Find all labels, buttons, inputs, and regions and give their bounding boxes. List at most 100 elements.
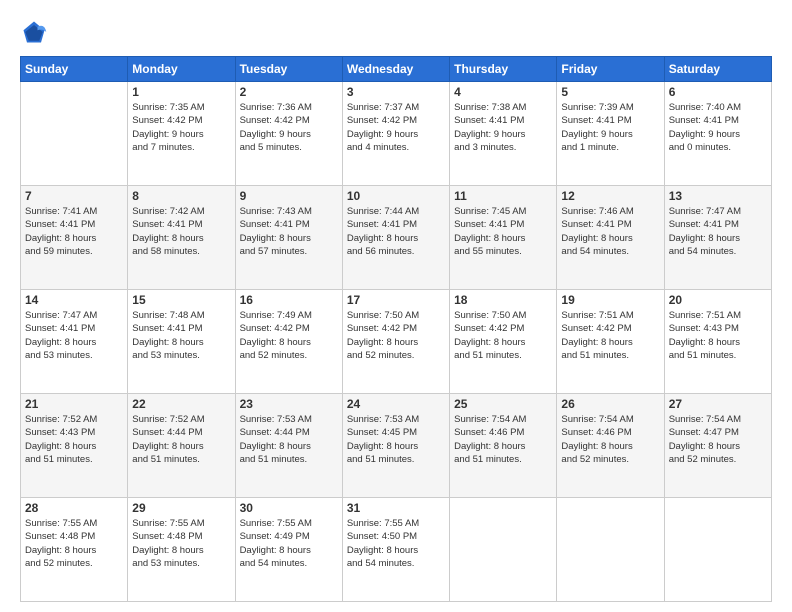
week-row-1: 1 Sunrise: 7:35 AM Sunset: 4:42 PM Daylig…	[21, 82, 772, 186]
day-cell: 30 Sunrise: 7:55 AM Sunset: 4:49 PM Dayli…	[235, 498, 342, 602]
day-cell: 27 Sunrise: 7:54 AM Sunset: 4:47 PM Dayli…	[664, 394, 771, 498]
day-info: Sunrise: 7:53 AM Sunset: 4:44 PM Dayligh…	[240, 413, 338, 466]
week-row-2: 7 Sunrise: 7:41 AM Sunset: 4:41 PM Daylig…	[21, 186, 772, 290]
logo-icon	[20, 18, 48, 46]
day-number: 14	[25, 293, 123, 307]
day-info: Sunrise: 7:46 AM Sunset: 4:41 PM Dayligh…	[561, 205, 659, 258]
weekday-header-row: SundayMondayTuesdayWednesdayThursdayFrid…	[21, 57, 772, 82]
day-cell: 22Sunrise: 7:52 AM Sunset: 4:44 PM Dayli…	[128, 394, 235, 498]
logo	[20, 18, 52, 46]
day-info: Sunrise: 7:37 AM Sunset: 4:42 PM Dayligh…	[347, 101, 445, 154]
day-info: Sunrise: 7:54 AM Sunset: 4:47 PM Dayligh…	[669, 413, 767, 466]
day-info: Sunrise: 7:44 AM Sunset: 4:41 PM Dayligh…	[347, 205, 445, 258]
day-number: 5	[561, 85, 659, 99]
day-cell: 23 Sunrise: 7:53 AM Sunset: 4:44 PM Dayli…	[235, 394, 342, 498]
weekday-header-friday: Friday	[557, 57, 664, 82]
weekday-header-monday: Monday	[128, 57, 235, 82]
day-cell: 10 Sunrise: 7:44 AM Sunset: 4:41 PM Dayli…	[342, 186, 449, 290]
day-cell: 13 Sunrise: 7:47 AM Sunset: 4:41 PM Dayli…	[664, 186, 771, 290]
day-number: 18	[454, 293, 552, 307]
day-info: Sunrise: 7:43 AM Sunset: 4:41 PM Dayligh…	[240, 205, 338, 258]
day-cell: 29 Sunrise: 7:55 AM Sunset: 4:48 PM Dayli…	[128, 498, 235, 602]
day-cell	[450, 498, 557, 602]
day-info: Sunrise: 7:50 AM Sunset: 4:42 PM Dayligh…	[454, 309, 552, 362]
day-number: 9	[240, 189, 338, 203]
day-info: Sunrise: 7:47 AM Sunset: 4:41 PM Dayligh…	[25, 309, 123, 362]
day-cell	[557, 498, 664, 602]
day-cell: 21 Sunrise: 7:52 AM Sunset: 4:43 PM Dayli…	[21, 394, 128, 498]
day-number: 30	[240, 501, 338, 515]
day-number: 11	[454, 189, 552, 203]
day-cell: 5 Sunrise: 7:39 AM Sunset: 4:41 PM Daylig…	[557, 82, 664, 186]
day-info: Sunrise: 7:35 AM Sunset: 4:42 PM Dayligh…	[132, 101, 230, 154]
weekday-header-sunday: Sunday	[21, 57, 128, 82]
day-cell: 14 Sunrise: 7:47 AM Sunset: 4:41 PM Dayli…	[21, 290, 128, 394]
day-info: Sunrise: 7:36 AM Sunset: 4:42 PM Dayligh…	[240, 101, 338, 154]
day-number: 3	[347, 85, 445, 99]
day-cell: 3 Sunrise: 7:37 AM Sunset: 4:42 PM Daylig…	[342, 82, 449, 186]
day-cell: 9 Sunrise: 7:43 AM Sunset: 4:41 PM Daylig…	[235, 186, 342, 290]
day-info: Sunrise: 7:50 AM Sunset: 4:42 PM Dayligh…	[347, 309, 445, 362]
day-cell: 7 Sunrise: 7:41 AM Sunset: 4:41 PM Daylig…	[21, 186, 128, 290]
day-number: 24	[347, 397, 445, 411]
day-info: Sunrise: 7:54 AM Sunset: 4:46 PM Dayligh…	[561, 413, 659, 466]
header	[20, 18, 772, 46]
day-cell: 17 Sunrise: 7:50 AM Sunset: 4:42 PM Dayli…	[342, 290, 449, 394]
day-cell: 8 Sunrise: 7:42 AM Sunset: 4:41 PM Daylig…	[128, 186, 235, 290]
day-number: 21	[25, 397, 123, 411]
day-cell	[21, 82, 128, 186]
day-number: 16	[240, 293, 338, 307]
day-info: Sunrise: 7:47 AM Sunset: 4:41 PM Dayligh…	[669, 205, 767, 258]
day-number: 12	[561, 189, 659, 203]
day-cell: 11 Sunrise: 7:45 AM Sunset: 4:41 PM Dayli…	[450, 186, 557, 290]
day-cell: 4Sunrise: 7:38 AM Sunset: 4:41 PM Daylig…	[450, 82, 557, 186]
day-cell: 20 Sunrise: 7:51 AM Sunset: 4:43 PM Dayli…	[664, 290, 771, 394]
day-info: Sunrise: 7:52 AM Sunset: 4:43 PM Dayligh…	[25, 413, 123, 466]
day-info: Sunrise: 7:53 AM Sunset: 4:45 PM Dayligh…	[347, 413, 445, 466]
day-cell: 24 Sunrise: 7:53 AM Sunset: 4:45 PM Dayli…	[342, 394, 449, 498]
day-number: 2	[240, 85, 338, 99]
day-cell: 12 Sunrise: 7:46 AM Sunset: 4:41 PM Dayli…	[557, 186, 664, 290]
day-info: Sunrise: 7:48 AM Sunset: 4:41 PM Dayligh…	[132, 309, 230, 362]
week-row-4: 21 Sunrise: 7:52 AM Sunset: 4:43 PM Dayli…	[21, 394, 772, 498]
day-cell: 25Sunrise: 7:54 AM Sunset: 4:46 PM Dayli…	[450, 394, 557, 498]
day-info: Sunrise: 7:51 AM Sunset: 4:42 PM Dayligh…	[561, 309, 659, 362]
day-cell: 15 Sunrise: 7:48 AM Sunset: 4:41 PM Dayli…	[128, 290, 235, 394]
day-number: 27	[669, 397, 767, 411]
day-number: 17	[347, 293, 445, 307]
day-number: 19	[561, 293, 659, 307]
day-number: 29	[132, 501, 230, 515]
day-info: Sunrise: 7:40 AM Sunset: 4:41 PM Dayligh…	[669, 101, 767, 154]
day-info: Sunrise: 7:51 AM Sunset: 4:43 PM Dayligh…	[669, 309, 767, 362]
day-number: 7	[25, 189, 123, 203]
day-info: Sunrise: 7:42 AM Sunset: 4:41 PM Dayligh…	[132, 205, 230, 258]
day-info: Sunrise: 7:55 AM Sunset: 4:48 PM Dayligh…	[132, 517, 230, 570]
day-number: 20	[669, 293, 767, 307]
day-number: 10	[347, 189, 445, 203]
day-number: 6	[669, 85, 767, 99]
weekday-header-saturday: Saturday	[664, 57, 771, 82]
day-number: 1	[132, 85, 230, 99]
day-info: Sunrise: 7:55 AM Sunset: 4:50 PM Dayligh…	[347, 517, 445, 570]
day-info: Sunrise: 7:39 AM Sunset: 4:41 PM Dayligh…	[561, 101, 659, 154]
day-info: Sunrise: 7:55 AM Sunset: 4:49 PM Dayligh…	[240, 517, 338, 570]
day-info: Sunrise: 7:45 AM Sunset: 4:41 PM Dayligh…	[454, 205, 552, 258]
day-info: Sunrise: 7:54 AM Sunset: 4:46 PM Dayligh…	[454, 413, 552, 466]
day-info: Sunrise: 7:55 AM Sunset: 4:48 PM Dayligh…	[25, 517, 123, 570]
day-cell: 1 Sunrise: 7:35 AM Sunset: 4:42 PM Daylig…	[128, 82, 235, 186]
day-number: 15	[132, 293, 230, 307]
day-info: Sunrise: 7:38 AM Sunset: 4:41 PM Dayligh…	[454, 101, 552, 154]
day-number: 8	[132, 189, 230, 203]
day-cell: 28Sunrise: 7:55 AM Sunset: 4:48 PM Dayli…	[21, 498, 128, 602]
day-number: 22	[132, 397, 230, 411]
day-cell: 6 Sunrise: 7:40 AM Sunset: 4:41 PM Daylig…	[664, 82, 771, 186]
day-cell: 18 Sunrise: 7:50 AM Sunset: 4:42 PM Dayli…	[450, 290, 557, 394]
day-cell: 16Sunrise: 7:49 AM Sunset: 4:42 PM Dayli…	[235, 290, 342, 394]
day-number: 13	[669, 189, 767, 203]
day-number: 23	[240, 397, 338, 411]
week-row-3: 14 Sunrise: 7:47 AM Sunset: 4:41 PM Dayli…	[21, 290, 772, 394]
weekday-header-wednesday: Wednesday	[342, 57, 449, 82]
day-cell: 31Sunrise: 7:55 AM Sunset: 4:50 PM Dayli…	[342, 498, 449, 602]
calendar: SundayMondayTuesdayWednesdayThursdayFrid…	[20, 56, 772, 602]
day-info: Sunrise: 7:41 AM Sunset: 4:41 PM Dayligh…	[25, 205, 123, 258]
